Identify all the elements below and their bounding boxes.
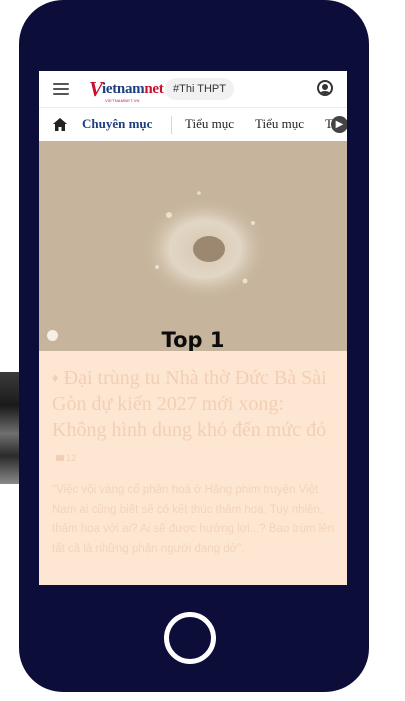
hero-image[interactable] [39, 141, 347, 351]
article-card[interactable]: ♦ Đại trùng tu Nhà thờ Đức Bà Sài Gòn dự… [39, 351, 347, 585]
rank-label: Top 1 [161, 328, 225, 352]
top-navigation-bar: V ietnamnet VIETNAMNET.VN #Thi THPT [39, 71, 347, 108]
phone-home-button[interactable] [164, 612, 216, 664]
trending-tag[interactable]: #Thi THPT [165, 78, 234, 100]
comment-count: 12 [56, 453, 76, 463]
article-summary: "Việc vội vàng cổ phần hoá ở Hãng phim t… [52, 484, 335, 555]
category-bar: Chuyên mục Tiểu mục Tiểu mục Ti ▶ [39, 108, 347, 142]
chevron-right-icon[interactable]: ▶ [331, 116, 347, 133]
article-title[interactable]: Đại trùng tu Nhà thờ Đức Bà Sài Gòn dự k… [52, 367, 327, 441]
article-headline[interactable]: ♦ Đại trùng tu Nhà thờ Đức Bà Sài Gòn dự… [52, 365, 342, 471]
flame-icon: ♦ [52, 370, 59, 385]
comment-icon [56, 455, 64, 461]
hero-image-graphic [39, 141, 347, 351]
subcategory-link[interactable]: Tiểu mục [255, 116, 304, 132]
category-main-link[interactable]: Chuyên mục [82, 116, 152, 132]
comment-count-value: 12 [66, 453, 77, 463]
vietnamnet-logo[interactable]: V ietnamnet VIETNAMNET.VN [89, 77, 164, 103]
subcategory-link[interactable]: Tiểu mục [185, 116, 234, 132]
phone-screen: V ietnamnet VIETNAMNET.VN #Thi THPT Chuy… [39, 71, 347, 585]
user-account-icon[interactable] [317, 80, 333, 96]
hamburger-menu-icon[interactable] [53, 83, 69, 95]
category-divider [171, 116, 172, 134]
home-icon[interactable] [53, 118, 67, 131]
